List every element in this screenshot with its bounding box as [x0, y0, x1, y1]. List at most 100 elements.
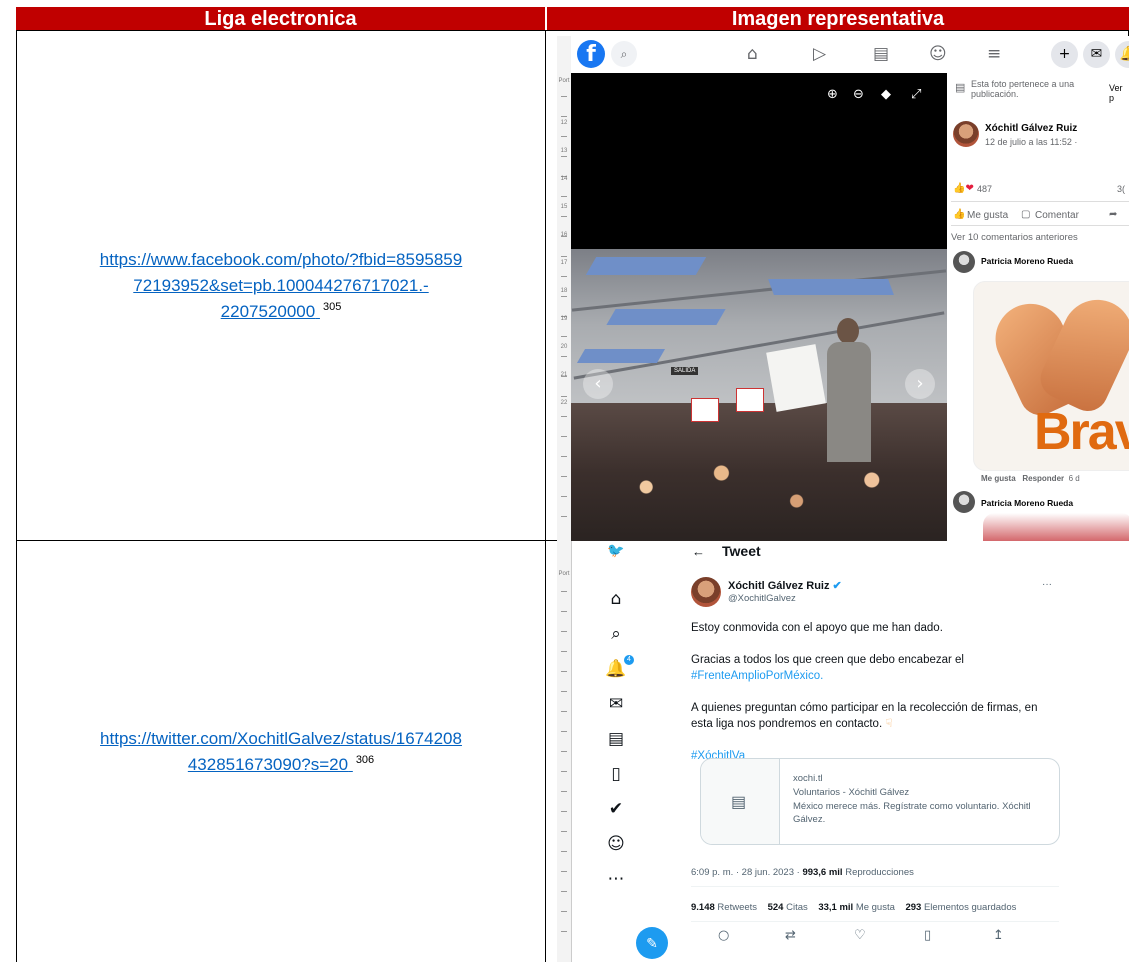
- footnote-306[interactable]: 306: [356, 754, 374, 766]
- profile-icon[interactable]: ☺: [604, 834, 628, 854]
- next-photo-icon[interactable]: ›: [905, 369, 935, 399]
- home-icon[interactable]: ⌂: [747, 44, 758, 64]
- hashtag-frente-amplio[interactable]: #FrenteAmplioPorMéxico.: [691, 668, 823, 684]
- see-post-link[interactable]: Ver p: [1109, 83, 1129, 103]
- reactions-count[interactable]: 487: [977, 184, 992, 194]
- explore-icon[interactable]: ⌕: [604, 624, 628, 644]
- reply-icon[interactable]: ○: [718, 928, 729, 943]
- facebook-link-line3[interactable]: 2207520000: [221, 302, 316, 321]
- twitter-link[interactable]: https://twitter.com/XochitlGalvez/status…: [100, 729, 462, 774]
- fullscreen-icon[interactable]: ⤢: [911, 87, 921, 102]
- author-name[interactable]: Xóchitl Gálvez Ruiz: [985, 123, 1077, 134]
- compose-tweet-icon[interactable]: ✎: [636, 927, 668, 959]
- bookmarks-icon[interactable]: ▯: [604, 764, 628, 784]
- groups-icon[interactable]: ☺: [929, 44, 947, 64]
- quotes-value[interactable]: 524: [768, 902, 784, 913]
- comment-icon[interactable]: ▢: [1021, 209, 1030, 220]
- ruler-number: 14: [560, 176, 568, 182]
- views-value: 993,6 mil: [802, 867, 843, 878]
- commenter-name[interactable]: Patricia Moreno Rueda: [981, 256, 1073, 266]
- card-description-line2: Gálvez.: [793, 814, 826, 825]
- like-button[interactable]: Me gusta: [967, 210, 1008, 221]
- tweet-author-name[interactable]: Xóchitl Gálvez Ruiz ✔: [728, 579, 842, 592]
- create-icon[interactable]: +: [1051, 41, 1078, 68]
- notifications-icon[interactable]: 🔔: [1115, 41, 1129, 68]
- search-icon[interactable]: ⌕: [611, 41, 637, 67]
- header-liga-electronica: Liga electronica: [16, 7, 545, 30]
- prev-photo-icon[interactable]: ‹: [583, 369, 613, 399]
- notifications-badge: 4: [624, 655, 634, 665]
- twitter-link-line2[interactable]: 432851673090?s=20: [188, 755, 348, 774]
- timestamp-text[interactable]: 6:09 p. m. · 28 jun. 2023 ·: [691, 867, 800, 878]
- back-arrow-icon[interactable]: ←: [692, 544, 705, 559]
- pointing-down-emoji-icon: ☟: [885, 718, 893, 730]
- comment-button[interactable]: Comentar: [1035, 210, 1079, 221]
- marketplace-icon[interactable]: ▤: [873, 44, 889, 64]
- tweet-author-avatar[interactable]: [691, 577, 721, 607]
- bravo-sticker: Bravo: [973, 281, 1129, 471]
- zoom-out-icon[interactable]: ⊖: [853, 87, 864, 102]
- zoom-in-icon[interactable]: ⊕: [827, 87, 838, 102]
- watch-icon[interactable]: ▷: [813, 44, 826, 64]
- post-notice: Esta foto pertenece a una publicación.: [971, 79, 1075, 99]
- ruler-number: 17: [560, 260, 568, 266]
- likes-label[interactable]: Me gusta: [856, 902, 895, 913]
- ruler-label: Port: [558, 78, 570, 84]
- like-heart-icon[interactable]: ♡: [854, 928, 866, 943]
- home-icon[interactable]: ⌂: [604, 589, 628, 609]
- facebook-link-line2[interactable]: 72193952&set=pb.100044276717021.-: [133, 276, 428, 295]
- twitter-screenshot: Port 🐦 ⌂ ⌕ 🔔 4 ✉ ▤ ▯ ✔ ☺ ⋯ ✎ ← Tweet Xóc…: [557, 541, 1129, 962]
- tweet-author-handle[interactable]: @XochitlGalvez: [728, 593, 796, 604]
- retweets-value[interactable]: 9.148: [691, 902, 715, 913]
- facebook-link[interactable]: https://www.facebook.com/photo/?fbid=859…: [100, 250, 462, 321]
- tag-icon[interactable]: ◆: [881, 87, 891, 102]
- author-name-text[interactable]: Xóchitl Gálvez Ruiz: [728, 580, 829, 592]
- likes-value[interactable]: 33,1 mil: [818, 902, 853, 913]
- quotes-label[interactable]: Citas: [786, 902, 808, 913]
- previous-comments-link[interactable]: Ver 10 comentarios anteriores: [951, 232, 1078, 243]
- bookmark-icon[interactable]: ▯: [924, 928, 931, 943]
- reactions-icon: 👍❤: [953, 183, 974, 194]
- messenger-icon[interactable]: ✉: [1083, 41, 1110, 68]
- header-imagen-representativa: Imagen representativa: [547, 7, 1129, 30]
- retweet-icon[interactable]: ⇄: [785, 928, 796, 943]
- share-icon[interactable]: ↥: [993, 928, 1004, 943]
- photo-crowd: [571, 403, 947, 543]
- tweet-text-line4: esta liga nos pondremos en contacto. ☟: [691, 716, 892, 732]
- menu-icon[interactable]: ≡: [987, 44, 1001, 64]
- twitter-link-line1[interactable]: https://twitter.com/XochitlGalvez/status…: [100, 729, 462, 748]
- retweets-label[interactable]: Retweets: [717, 902, 757, 913]
- post-notice-icon: ▤: [955, 82, 966, 94]
- bookmarks-value[interactable]: 293: [905, 902, 921, 913]
- facebook-logo-icon[interactable]: f: [577, 40, 605, 68]
- link-card[interactable]: ▤ xochi.tl Voluntarios - Xóchitl Gálvez …: [700, 758, 1060, 845]
- tweet-header: Tweet: [722, 543, 761, 559]
- ruler-number: 19: [560, 316, 568, 322]
- tweet-more-icon[interactable]: ···: [1042, 579, 1052, 590]
- commenter-avatar[interactable]: [953, 251, 975, 273]
- share-icon[interactable]: ➦: [1109, 209, 1117, 220]
- lists-icon[interactable]: ▤: [604, 729, 628, 749]
- comment-count: 3(: [1117, 184, 1126, 194]
- card-placeholder-icon: ▤: [731, 794, 747, 811]
- messages-icon[interactable]: ✉: [604, 694, 628, 714]
- post-photo[interactable]: ⊕ ⊖ ◆ ⤢ SALIDA ‹ ›: [571, 73, 947, 543]
- bookmarks-label[interactable]: Elementos guardados: [924, 902, 1016, 913]
- comment-like-button[interactable]: Me gusta: [981, 474, 1016, 483]
- ruler-number: 21: [560, 372, 568, 378]
- verified-icon[interactable]: ✔: [604, 799, 628, 819]
- ruler-number: 12: [560, 120, 568, 126]
- twitter-logo-icon[interactable]: 🐦: [604, 543, 628, 559]
- comment-reply-button[interactable]: Responder: [1022, 474, 1064, 483]
- footnote-305[interactable]: 305: [323, 301, 341, 313]
- post-date[interactable]: 12 de julio a las 11:52 ·: [985, 137, 1077, 147]
- table-column-divider: [545, 30, 546, 962]
- like-icon[interactable]: 👍: [953, 209, 965, 220]
- photo-sign-heart: [736, 388, 764, 412]
- more-icon[interactable]: ⋯: [604, 869, 628, 889]
- commenter-name[interactable]: Patricia Moreno Rueda: [981, 498, 1073, 508]
- author-avatar[interactable]: [953, 121, 979, 147]
- commenter-avatar[interactable]: [953, 491, 975, 513]
- ruler-number: 13: [560, 148, 568, 154]
- facebook-link-line1[interactable]: https://www.facebook.com/photo/?fbid=859…: [100, 250, 462, 269]
